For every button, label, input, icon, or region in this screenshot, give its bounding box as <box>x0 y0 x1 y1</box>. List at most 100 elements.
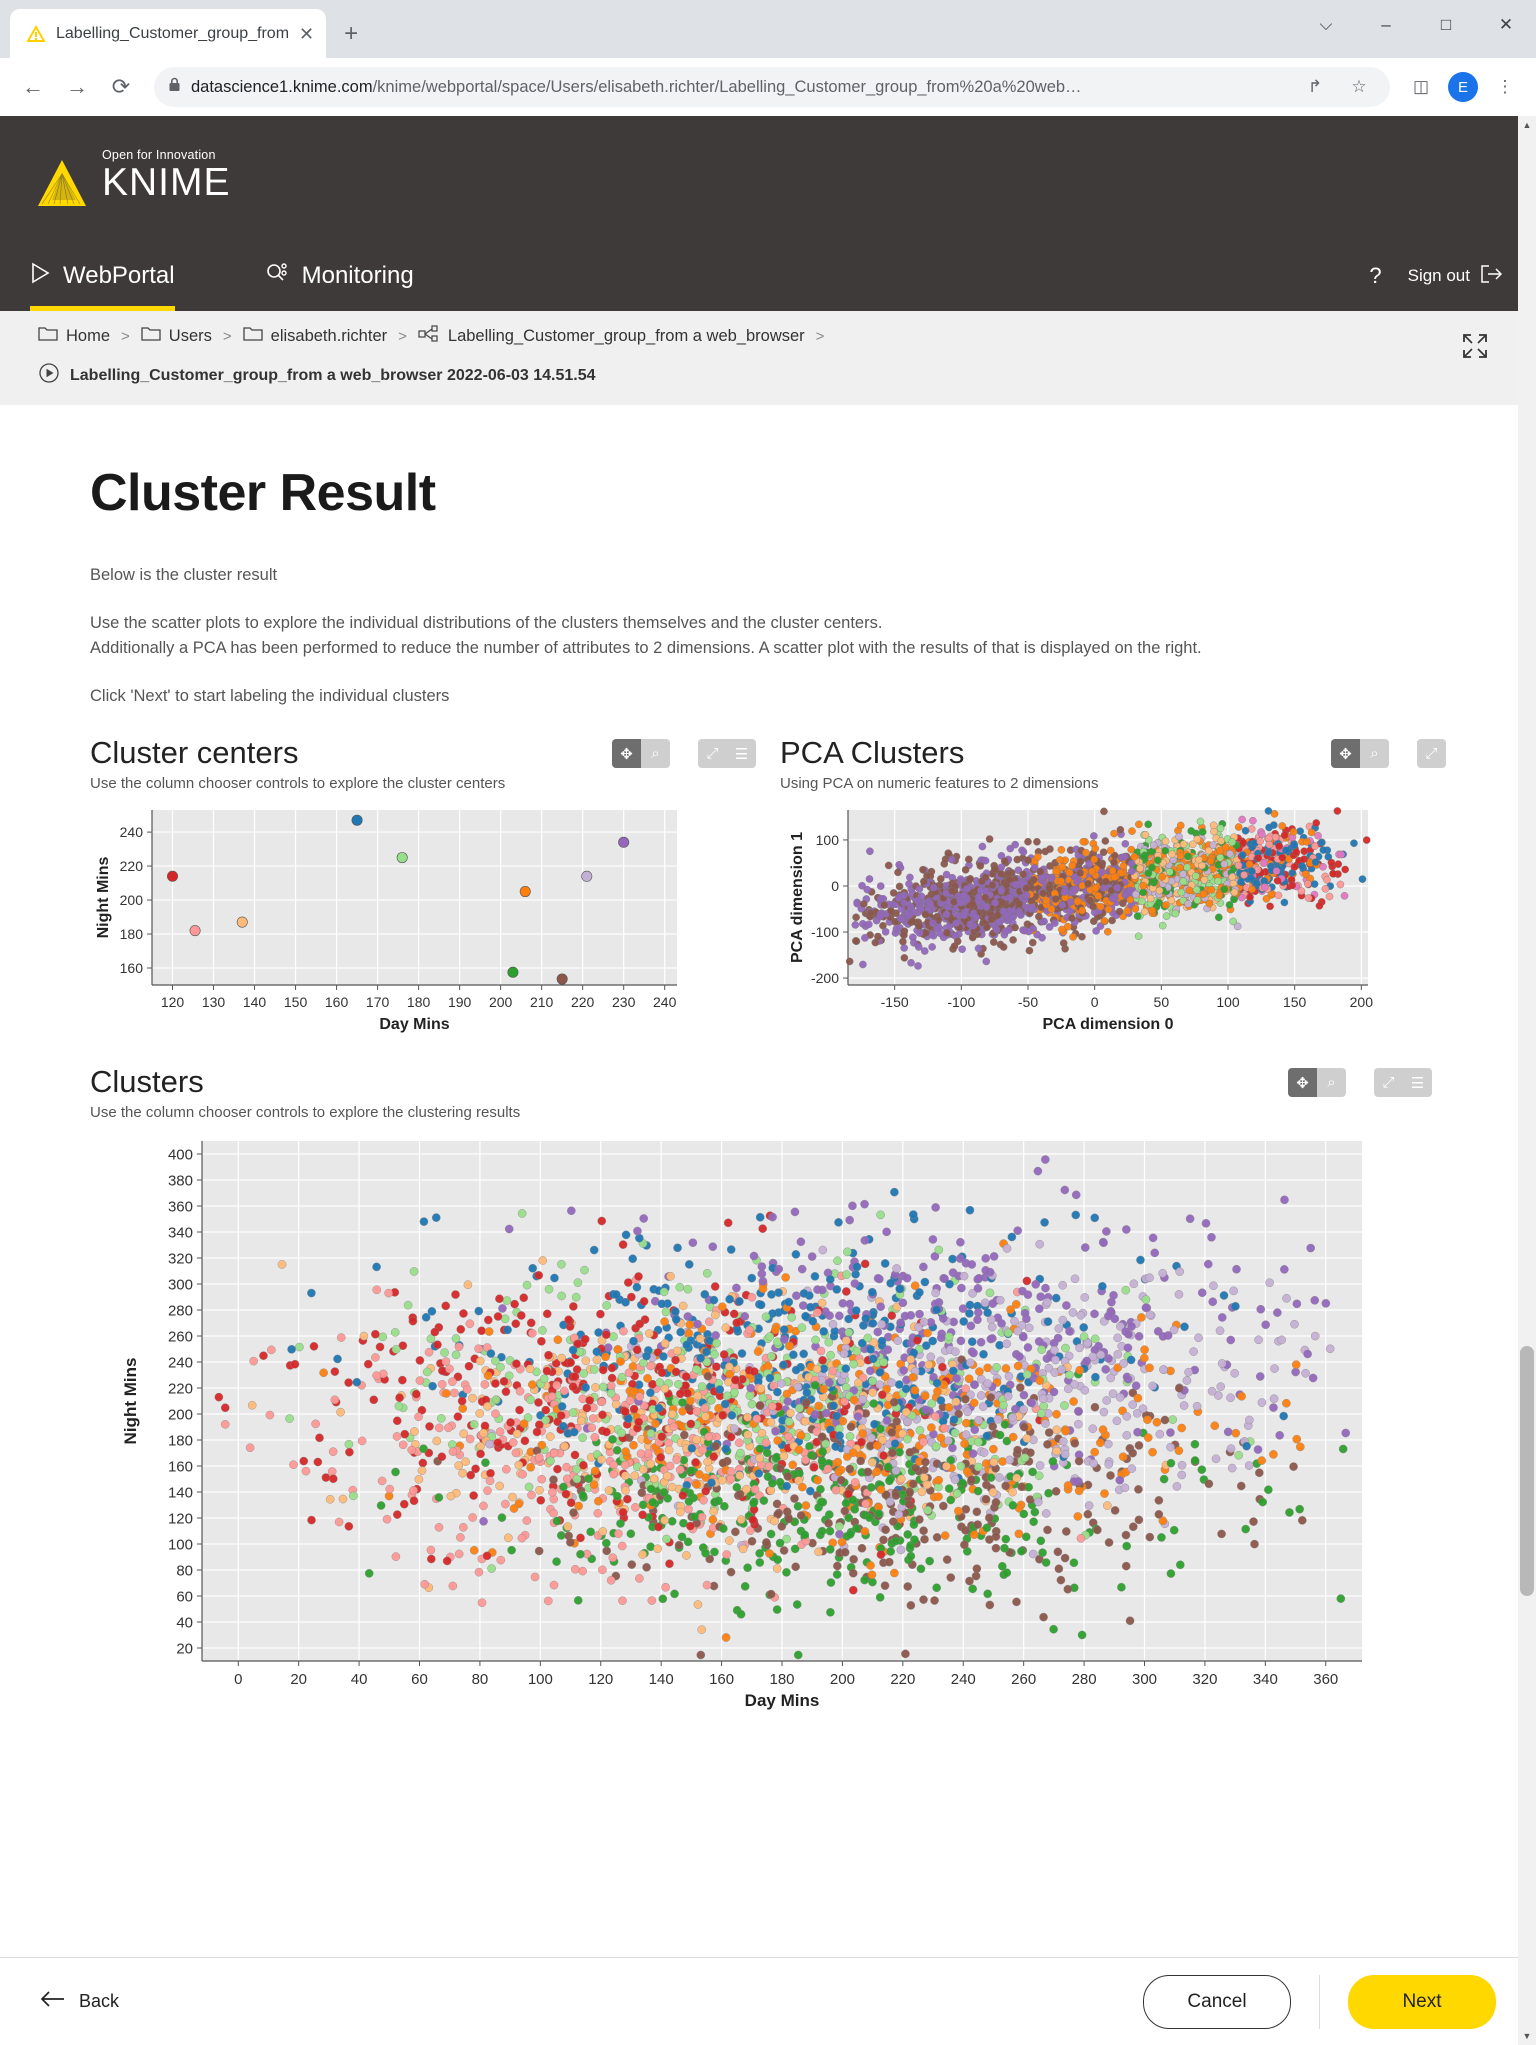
svg-text:0: 0 <box>1091 994 1099 1010</box>
svg-text:240: 240 <box>120 824 144 840</box>
chevron-down-icon[interactable]: ⌵ <box>1296 15 1356 35</box>
help-icon[interactable]: ? <box>1369 263 1381 289</box>
sign-out-icon <box>1480 264 1503 288</box>
folder-icon <box>141 326 161 347</box>
zoom-tool-icon[interactable]: ⌕ <box>641 739 670 769</box>
svg-text:160: 160 <box>168 1459 193 1476</box>
minimize-button[interactable]: – <box>1356 15 1416 35</box>
svg-text:120: 120 <box>168 1511 193 1528</box>
cluster-centers-plot[interactable]: 120 130 140 150 160 170 180 190 200 210 220 230 240 1… <box>90 802 756 1052</box>
svg-text:280: 280 <box>168 1303 193 1320</box>
knime-webportal-app: Open for Innovation KNIME WebPortal Moni… <box>0 116 1536 2045</box>
job-title: Labelling_Customer_group_from a web_brow… <box>70 366 596 384</box>
forward-icon[interactable]: → <box>58 68 96 106</box>
move-tool-icon[interactable]: ✥ <box>1331 739 1360 769</box>
svg-text:120: 120 <box>161 994 185 1010</box>
breadcrumb-item-home[interactable]: Home <box>38 326 110 347</box>
zoom-tool-icon[interactable]: ⌕ <box>1360 739 1389 769</box>
clusters-plot[interactable]: 0 20 40 60 80 100 120 140 160 180 200 220 240 260 280 3… <box>90 1131 1432 1771</box>
svg-text:240: 240 <box>951 1671 976 1688</box>
knime-nav: WebPortal Monitoring ? Sign out <box>0 241 1536 311</box>
svg-text:400: 400 <box>168 1147 193 1164</box>
svg-text:Night Mins: Night Mins <box>121 1358 140 1445</box>
card-pca-clusters: PCA Clusters Using PCA on numeric featur… <box>780 735 1446 1052</box>
breadcrumb-item-users[interactable]: Users <box>141 326 212 347</box>
window-controls: ⌵ – □ ✕ <box>1296 0 1536 50</box>
profile-avatar[interactable]: E <box>1448 72 1478 102</box>
svg-text:240: 240 <box>653 994 677 1010</box>
breadcrumb-label: Labelling_Customer_group_from a web_brow… <box>447 327 805 345</box>
bookmark-star-icon[interactable]: ☆ <box>1342 70 1376 104</box>
close-icon[interactable]: ✕ <box>299 25 314 43</box>
menu-tool-icon[interactable]: ☰ <box>1403 1068 1432 1098</box>
nav-item-label: WebPortal <box>63 262 175 289</box>
url-host: datascience1.knime.com <box>191 77 373 96</box>
svg-text:200: 200 <box>489 994 513 1010</box>
new-tab-button[interactable]: + <box>344 20 358 48</box>
scroll-up-icon[interactable]: ▲ <box>1518 116 1536 134</box>
folder-icon <box>38 326 58 347</box>
svg-text:360: 360 <box>168 1199 193 1216</box>
back-icon[interactable]: ← <box>14 68 52 106</box>
browser-toolbar: ← → ⟳ datascience1.knime.com/knime/webpo… <box>0 58 1536 116</box>
control-group-right: ⤢ ☰ <box>698 739 756 769</box>
svg-text:320: 320 <box>168 1251 193 1268</box>
svg-text:0: 0 <box>234 1671 242 1688</box>
menu-tool-icon[interactable]: ☰ <box>727 739 756 769</box>
reset-tool-icon[interactable]: ⤢ <box>698 739 727 769</box>
breadcrumb-separator: > <box>815 328 825 345</box>
back-button[interactable]: Back <box>40 1990 119 2013</box>
zoom-tool-icon[interactable]: ⌕ <box>1317 1068 1346 1098</box>
control-group-left: ✥ ⌕ <box>1288 1068 1346 1098</box>
svg-text:200: 200 <box>1350 994 1374 1010</box>
clusters-svg: 0 20 40 60 80 100 120 140 160 180 200 220 240 260 280 3… <box>121 1141 1362 1710</box>
breadcrumb: Home > Users > elisabeth.richter > Label… <box>0 325 1536 348</box>
svg-text:180: 180 <box>769 1671 794 1688</box>
footer-divider <box>1319 1974 1320 2029</box>
card-subtitle: Use the column chooser controls to explo… <box>90 1104 521 1122</box>
knime-header: Open for Innovation KNIME WebPortal Moni… <box>0 116 1536 311</box>
browser-tab[interactable]: Labelling_Customer_group_from ✕ <box>10 9 327 58</box>
nav-item-webportal[interactable]: WebPortal <box>0 241 175 311</box>
move-tool-icon[interactable]: ✥ <box>1288 1068 1317 1098</box>
pca-clusters-plot[interactable]: -150 -100 -50 0 50 100 150 200 -200 -100 0 100 PCA d… <box>780 802 1446 1052</box>
page-scrollbar[interactable]: ▲ ▼ <box>1518 116 1536 2045</box>
breadcrumb-item-user[interactable]: elisabeth.richter <box>242 326 387 347</box>
svg-text:130: 130 <box>202 994 226 1010</box>
scroll-down-icon[interactable]: ▼ <box>1518 2027 1536 2045</box>
svg-text:60: 60 <box>411 1671 428 1688</box>
breadcrumb-item-workflow[interactable]: Labelling_Customer_group_from a web_brow… <box>418 325 805 348</box>
scrollbar-thumb[interactable] <box>1520 1346 1534 1596</box>
reset-tool-icon[interactable]: ⤢ <box>1417 739 1446 769</box>
window-close-button[interactable]: ✕ <box>1476 15 1536 35</box>
svg-text:170: 170 <box>366 994 390 1010</box>
control-group-right: ⤢ <box>1417 739 1446 769</box>
intro-paragraph-3: Click 'Next' to start labeling the indiv… <box>90 686 450 705</box>
nav-item-monitoring[interactable]: Monitoring <box>235 241 414 311</box>
charts-row-top: Cluster centers Use the column chooser c… <box>90 735 1446 1052</box>
svg-text:210: 210 <box>530 994 554 1010</box>
svg-text:100: 100 <box>168 1537 193 1554</box>
card-cluster-centers: Cluster centers Use the column chooser c… <box>90 735 756 1052</box>
next-button[interactable]: Next <box>1348 1974 1496 2029</box>
reset-tool-icon[interactable]: ⤢ <box>1374 1068 1403 1098</box>
svg-text:190: 190 <box>448 994 472 1010</box>
svg-text:220: 220 <box>890 1671 915 1688</box>
browser-menu-icon[interactable]: ⋮ <box>1488 70 1522 104</box>
side-panel-icon[interactable]: ◫ <box>1404 70 1438 104</box>
svg-text:40: 40 <box>176 1615 193 1632</box>
share-icon[interactable]: ↱ <box>1298 70 1332 104</box>
control-group-left: ✥ ⌕ <box>612 739 670 769</box>
address-bar[interactable]: datascience1.knime.com/knime/webportal/s… <box>154 67 1390 107</box>
reload-icon[interactable]: ⟳ <box>102 68 140 106</box>
sign-out-button[interactable]: Sign out <box>1408 264 1503 288</box>
svg-text:200: 200 <box>830 1671 855 1688</box>
move-tool-icon[interactable]: ✥ <box>612 739 641 769</box>
knime-logo[interactable]: Open for Innovation KNIME <box>34 148 231 212</box>
expand-fullscreen-icon[interactable] <box>1462 333 1488 364</box>
maximize-button[interactable]: □ <box>1416 15 1476 35</box>
svg-text:100: 100 <box>1216 994 1240 1010</box>
tab-strip: Labelling_Customer_group_from ✕ + ⌵ – □ … <box>0 0 1536 58</box>
cancel-button[interactable]: Cancel <box>1143 1974 1291 2029</box>
svg-text:-100: -100 <box>947 994 975 1010</box>
